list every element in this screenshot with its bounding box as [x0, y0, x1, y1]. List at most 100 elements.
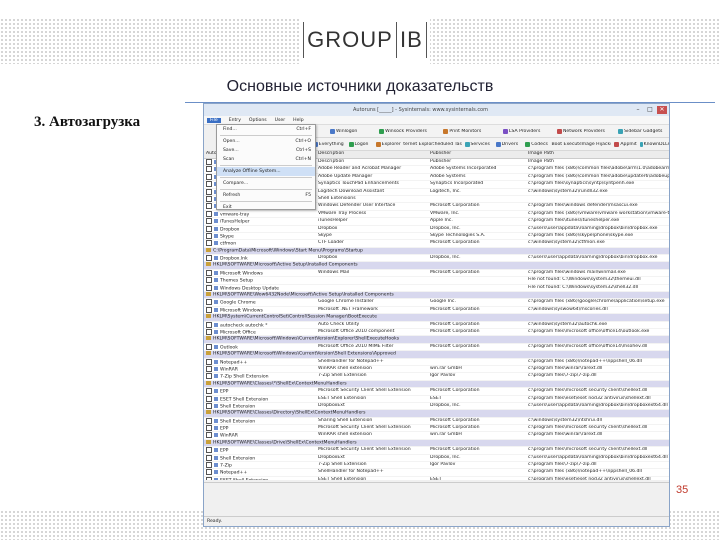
file-menu-item[interactable]: Save... Ctrl+S — [217, 146, 315, 155]
file-menu-item[interactable]: Compare... — [217, 179, 315, 188]
table-row[interactable]: Outlook Microsoft Office 2010 MIME Filter… — [204, 343, 669, 352]
tab-logon[interactable]: Logon — [344, 141, 374, 147]
registry-key-row[interactable]: HKLM\SOFTWARE\Classes\Drive\ShellEx\Cont… — [204, 439, 669, 448]
tab-codecs[interactable]: Codecs — [522, 141, 552, 147]
table-row[interactable]: 7-Zip 7-Zip Shell Extension Igor Pavlov c:\… — [204, 462, 669, 470]
table-row[interactable]: EPP Microsoft Security Client Shell Exten… — [204, 447, 669, 455]
table-row[interactable]: 7-Zip Shell Extension 7-Zip Shell Extensi… — [204, 373, 669, 381]
entry-checkbox[interactable] — [206, 159, 212, 165]
registry-key-row[interactable]: C:\ProgramData\Microsoft\Windows\Start M… — [204, 247, 669, 256]
maximize-button[interactable]: □ — [645, 106, 655, 114]
tab-internet-explorer[interactable]: Internet Explorer — [403, 142, 433, 147]
entry-checkbox[interactable] — [206, 447, 212, 454]
entry-checkbox[interactable] — [206, 188, 212, 195]
entry-checkbox[interactable] — [206, 225, 212, 232]
entry-checkbox[interactable] — [206, 462, 212, 469]
registry-key-row[interactable]: HKLM\System\CurrentControlSet\Control\Se… — [204, 314, 669, 322]
tab-print-monitors[interactable]: Print Monitors — [433, 128, 492, 134]
tab-sidebar-gadgets[interactable]: Sidebar Gadgets — [611, 128, 669, 134]
table-row[interactable]: Themes Setup File not found: C:\Windows\s… — [204, 277, 669, 285]
tab-services[interactable]: Services — [462, 141, 492, 147]
entry-checkbox[interactable] — [206, 343, 212, 350]
menu-user[interactable]: User — [275, 118, 285, 123]
entry-checkbox[interactable] — [206, 277, 212, 284]
entry-checkbox[interactable] — [206, 166, 212, 173]
table-row[interactable]: ctfmon CTF Loader Microsoft Corporation c:\… — [204, 240, 669, 248]
table-row[interactable]: ESET Shell Extension ESET Shell Extension… — [204, 476, 669, 480]
table-row[interactable]: Notepad++ ShellHandler for Notepad++ c:\pr… — [204, 469, 669, 477]
table-row[interactable]: Shell Extension DropboxExt Dropbox, Inc. c:… — [204, 454, 669, 463]
table-row[interactable]: EPP Microsoft Security Client Shell Exten… — [204, 425, 669, 433]
table-row[interactable]: Dropbox Dropbox Dropbox, Inc. c:\users\user… — [204, 225, 669, 233]
tab-drivers[interactable]: Drivers — [492, 141, 522, 147]
file-menu-item[interactable]: Refresh F5 — [217, 191, 315, 200]
column-header[interactable]: Image Path — [526, 151, 669, 158]
tab-appinit[interactable]: AppInit — [611, 141, 641, 147]
table-row[interactable]: Windows Desktop Update File not found: C:… — [204, 284, 669, 293]
entry-checkbox[interactable] — [206, 425, 212, 432]
entry-checkbox[interactable] — [206, 373, 212, 380]
table-row[interactable]: ESET Shell Extension ESET Shell Extension… — [204, 395, 669, 403]
table-row[interactable]: Microsoft Windows Microsoft .NET Framewor… — [204, 306, 669, 315]
entry-checkbox[interactable] — [206, 395, 212, 402]
tab-winsock-providers[interactable]: Winsock Providers — [373, 128, 432, 134]
file-menu-item[interactable]: Scan Ctrl+N — [217, 155, 315, 164]
column-header[interactable]: Publisher — [428, 151, 526, 158]
entry-checkbox[interactable] — [206, 232, 212, 239]
entry-checkbox[interactable] — [206, 210, 212, 217]
table-row[interactable]: Shell Extension Sharing Shell Extension Mi… — [204, 417, 669, 426]
entry-checkbox[interactable] — [206, 402, 212, 409]
tab-boot-execute[interactable]: Boot Execute — [551, 142, 582, 147]
tab-network-providers[interactable]: Network Providers — [551, 128, 610, 134]
entry-checkbox[interactable] — [206, 269, 212, 276]
entry-checkbox[interactable] — [206, 195, 212, 202]
table-row[interactable]: Dropbox.lnk Dropbox Dropbox, Inc. c:\users\… — [204, 255, 669, 263]
table-row[interactable]: Microsoft Office Microsoft Office 2010 co… — [204, 328, 669, 337]
entry-checkbox[interactable] — [206, 240, 212, 247]
table-row[interactable]: Notepad++ ShellHandler for Notepad++ c:\pr… — [204, 358, 669, 366]
file-menu-item[interactable]: Open... Ctrl+O — [217, 137, 315, 146]
entry-checkbox[interactable] — [206, 365, 212, 372]
table-row[interactable]: Microsoft Windows Windows Mail Microsoft C… — [204, 269, 669, 278]
entry-checkbox[interactable] — [206, 218, 212, 225]
entry-checkbox[interactable] — [206, 181, 212, 188]
entry-checkbox[interactable] — [206, 358, 212, 365]
tab-scheduled-tasks[interactable]: Scheduled Tasks — [433, 142, 463, 147]
entry-checkbox[interactable] — [206, 306, 212, 313]
table-row[interactable]: autocheck autochk * Auto Check Utility Mic… — [204, 321, 669, 329]
entry-checkbox[interactable] — [206, 476, 212, 480]
file-menu-item[interactable]: Analyze Offline System... — [217, 167, 315, 176]
registry-key-row[interactable]: HKLM\SOFTWARE\Classes\Directory\ShellEx\… — [204, 410, 669, 418]
entry-checkbox[interactable] — [206, 173, 212, 180]
entry-checkbox[interactable] — [206, 203, 212, 210]
table-row[interactable]: EPP Microsoft Security Client Shell Exten… — [204, 388, 669, 396]
registry-key-row[interactable]: HKLM\SOFTWARE\Classes\*\ShellEx\ContextM… — [204, 380, 669, 389]
table-row[interactable]: Shell Extension DropboxExt Dropbox, Inc. c:… — [204, 402, 669, 411]
tab-image-hijacks[interactable]: Image Hijacks — [581, 142, 611, 147]
table-row[interactable]: WinRAR WinRAR shell extension win.rar GmbH… — [204, 365, 669, 374]
file-menu-item[interactable]: Find... Ctrl+F — [217, 125, 315, 134]
entry-checkbox[interactable] — [206, 321, 212, 328]
registry-key-row[interactable]: HKLM\SOFTWARE\Wow6432Node\Microsoft\Acti… — [204, 292, 669, 300]
tab-lsa-providers[interactable]: LSA Providers — [492, 128, 551, 134]
menu-help[interactable]: Help — [293, 118, 303, 123]
table-row[interactable]: Google Chrome Google Chrome Installer Goog… — [204, 299, 669, 307]
menu-file[interactable]: File — [207, 117, 221, 123]
close-button[interactable]: ✕ — [657, 106, 667, 114]
tab-knowndlls[interactable]: KnownDLLs — [640, 141, 669, 147]
entry-checkbox[interactable] — [206, 299, 212, 306]
tab-winlogon[interactable]: Winlogon — [314, 128, 373, 134]
registry-key-row[interactable]: HKLM\SOFTWARE\Microsoft\Windows\CurrentV… — [204, 351, 669, 359]
table-row[interactable]: Skype Skype Skype Technologies S.A. c:\prog… — [204, 232, 669, 241]
menu-entry[interactable]: Entry — [229, 118, 241, 123]
tab-everything[interactable]: Everything — [314, 141, 344, 147]
entry-checkbox[interactable] — [206, 454, 212, 461]
entry-checkbox[interactable] — [206, 469, 212, 476]
registry-key-row[interactable]: HKLM\SOFTWARE\Microsoft\Windows\CurrentV… — [204, 336, 669, 344]
entry-checkbox[interactable] — [206, 284, 212, 291]
entry-checkbox[interactable] — [206, 432, 212, 439]
tab-explorer[interactable]: Explorer — [373, 141, 403, 147]
entry-checkbox[interactable] — [206, 417, 212, 424]
entry-checkbox[interactable] — [206, 388, 212, 395]
minimize-button[interactable]: – — [633, 106, 643, 114]
